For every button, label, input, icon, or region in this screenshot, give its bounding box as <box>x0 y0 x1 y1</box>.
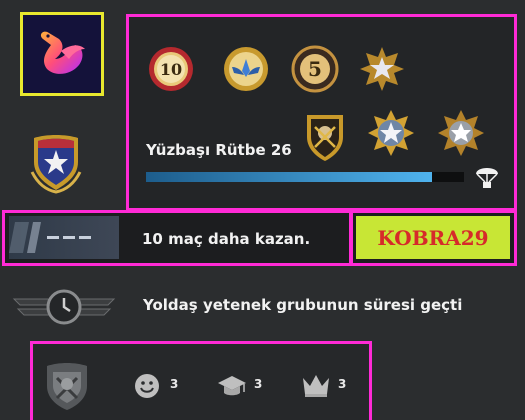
crown-icon[interactable] <box>301 372 331 402</box>
player-avatar[interactable] <box>20 12 104 96</box>
clock-wings-icon <box>12 287 116 331</box>
star-gear-medal-icon[interactable] <box>365 107 417 159</box>
xp-progress-bar <box>146 172 464 182</box>
commends-panel: 3 3 3 <box>30 341 372 420</box>
smiley-icon[interactable] <box>133 372 161 404</box>
rank-win-panel: 10 maç daha kazan. KOBRA29 <box>2 210 517 266</box>
rank-name: Yüzbaşı Rütbe 26 <box>146 141 292 159</box>
rank-panel: 10 5 Yüzbaşı Rütbe 26 <box>126 14 517 211</box>
promo-code-label: KOBRA29 <box>356 216 510 259</box>
silver-star-medal-icon[interactable] <box>435 107 487 159</box>
5-year-coin-icon[interactable]: 5 <box>289 43 341 95</box>
skull-crest-medal-icon[interactable] <box>299 107 351 161</box>
teacher-count: 3 <box>254 377 263 391</box>
graduation-cap-icon[interactable] <box>217 372 247 404</box>
shield-star-icon <box>30 135 82 194</box>
10-year-coin-icon[interactable]: 10 <box>145 43 197 95</box>
xp-progress-fill <box>146 172 433 182</box>
wings-coin-icon[interactable] <box>220 43 272 95</box>
profile-rank-badge <box>28 128 84 194</box>
service-star-medal-icon[interactable] <box>356 43 408 95</box>
code-divider <box>349 210 353 266</box>
wins-needed-text: 10 maç daha kazan. <box>142 230 311 248</box>
rank-pending-icon <box>9 216 119 259</box>
svg-text:5: 5 <box>308 57 322 81</box>
leader-count: 3 <box>338 377 347 391</box>
svg-text:10: 10 <box>160 60 182 79</box>
friendly-count: 3 <box>170 377 179 391</box>
parachute-drop-icon[interactable] <box>474 162 500 194</box>
swan-logo-icon <box>40 31 85 74</box>
cooldown-message: Yoldaş yetenek grubunun süresi geçti <box>143 296 463 314</box>
commend-emblem-icon <box>39 356 95 416</box>
